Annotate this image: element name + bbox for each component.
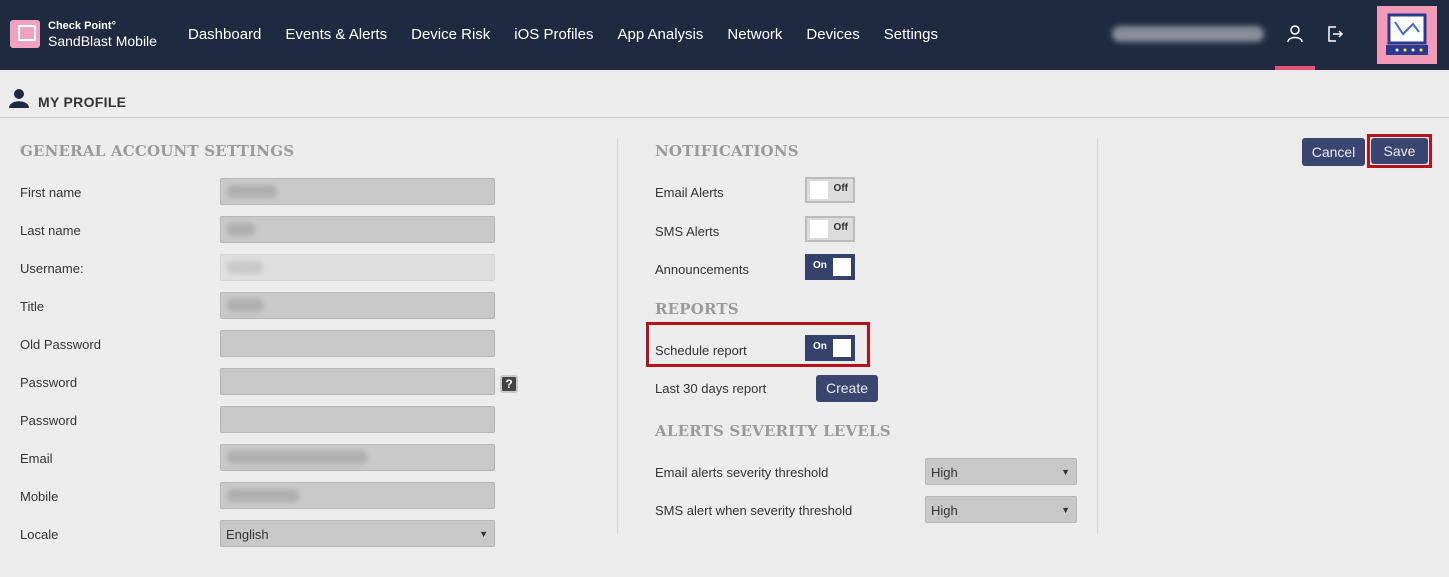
title-label: Title [20, 299, 45, 314]
confirm-password-field[interactable] [220, 406, 495, 433]
nav-network[interactable]: Network [727, 26, 782, 43]
locale-value: English [226, 527, 269, 542]
nav-dashboard[interactable]: Dashboard [188, 26, 261, 43]
user-email-redacted [1112, 26, 1264, 42]
column-divider-left [617, 138, 618, 534]
profile-header: MY PROFILE [0, 70, 1449, 118]
nav-ios-profiles[interactable]: iOS Profiles [514, 26, 593, 43]
nav-devices[interactable]: Devices [806, 26, 859, 43]
email-alerts-toggle[interactable]: Off [805, 177, 855, 203]
old-password-label: Old Password [20, 337, 101, 352]
severity-heading: ALERTS SEVERITY LEVELS [655, 422, 891, 440]
toggle-knob [833, 339, 851, 357]
username-field [220, 254, 495, 281]
brand-text: Check Point° SandBlast Mobile [48, 19, 157, 49]
first-name-value-redacted [227, 185, 277, 198]
sms-threshold-value: High [931, 503, 958, 518]
username-label: Username: [20, 261, 84, 276]
avatar[interactable] [1377, 6, 1437, 64]
notifications-heading: NOTIFICATIONS [655, 142, 799, 160]
cancel-button[interactable]: Cancel [1302, 138, 1365, 166]
announcements-state: On [813, 260, 827, 271]
first-name-label: First name [20, 185, 82, 200]
general-settings-heading: GENERAL ACCOUNT SETTINGS [20, 142, 295, 160]
first-name-field[interactable] [220, 178, 495, 205]
email-threshold-value: High [931, 465, 958, 480]
password-field[interactable] [220, 368, 495, 395]
old-password-field[interactable] [220, 330, 495, 357]
last-30-days-label: Last 30 days report [655, 381, 767, 396]
main-nav: Dashboard Events & Alerts Device Risk iO… [188, 26, 962, 43]
chevron-down-icon: ▼ [1061, 467, 1070, 477]
last-name-field[interactable] [220, 216, 495, 243]
password-label: Password [20, 375, 78, 390]
column-divider-right [1097, 138, 1098, 534]
page-title: MY PROFILE [38, 94, 127, 110]
chevron-down-icon: ▼ [1061, 505, 1070, 515]
brand-line2: SandBlast Mobile [48, 32, 157, 49]
announcements-toggle[interactable]: On [805, 254, 855, 280]
reports-heading: REPORTS [655, 300, 739, 318]
schedule-report-state: On [813, 341, 827, 352]
brand-logo-icon [10, 20, 40, 48]
locale-label: Locale [20, 527, 59, 542]
email-field[interactable] [220, 444, 495, 471]
toggle-knob [810, 220, 828, 238]
schedule-report-toggle[interactable]: On [805, 335, 855, 361]
top-navigation-bar: Check Point° SandBlast Mobile Dashboard … [0, 0, 1449, 70]
nav-app-analysis[interactable]: App Analysis [618, 26, 704, 43]
brand-line1: Check Point° [48, 19, 116, 32]
create-report-button[interactable]: Create [816, 375, 878, 402]
sms-threshold-label: SMS alert when severity threshold [655, 503, 853, 518]
toggle-knob [810, 181, 828, 199]
email-alerts-label: Email Alerts [655, 185, 724, 200]
email-value-redacted [227, 451, 367, 464]
email-threshold-label: Email alerts severity threshold [655, 465, 829, 480]
chevron-down-icon: ▼ [479, 529, 488, 539]
brand[interactable]: Check Point° SandBlast Mobile [10, 20, 157, 48]
confirm-password-label: Password [20, 413, 78, 428]
last-name-label: Last name [20, 223, 81, 238]
toggle-knob [833, 258, 851, 276]
email-threshold-select[interactable]: High ▼ [925, 458, 1077, 485]
nav-events-alerts[interactable]: Events & Alerts [285, 26, 387, 43]
sms-threshold-select[interactable]: High ▼ [925, 496, 1077, 523]
sms-alerts-label: SMS Alerts [655, 224, 720, 239]
mobile-value-redacted [227, 489, 299, 502]
profile-icon [9, 88, 29, 113]
email-alerts-state: Off [833, 183, 848, 194]
mobile-field[interactable] [220, 482, 495, 509]
nav-device-risk[interactable]: Device Risk [411, 26, 490, 43]
username-value-redacted [227, 261, 263, 274]
mobile-label: Mobile [20, 489, 59, 504]
email-label: Email [20, 451, 53, 466]
locale-select[interactable]: English ▼ [220, 520, 495, 547]
title-value-redacted [227, 299, 263, 312]
nav-settings[interactable]: Settings [884, 26, 938, 43]
save-button[interactable]: Save [1371, 138, 1428, 164]
schedule-report-label: Schedule report [655, 343, 747, 358]
sms-alerts-toggle[interactable]: Off [805, 216, 855, 242]
password-help-icon[interactable]: ? [500, 375, 518, 393]
logout-icon[interactable] [1323, 22, 1347, 46]
sms-alerts-state: Off [833, 222, 848, 233]
last-name-value-redacted [227, 223, 255, 236]
user-icon[interactable] [1283, 22, 1307, 46]
announcements-label: Announcements [655, 262, 749, 277]
title-field[interactable] [220, 292, 495, 319]
